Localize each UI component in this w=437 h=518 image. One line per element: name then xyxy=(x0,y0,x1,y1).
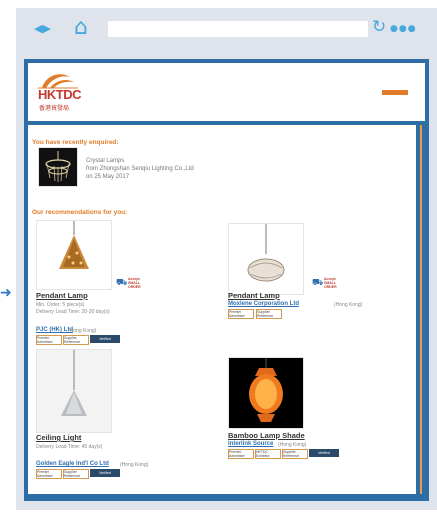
premier-advertiser-badge: Premier Advertiser xyxy=(228,309,254,319)
ceiling-light-icon xyxy=(37,350,111,432)
reload-icon[interactable]: ↻ xyxy=(372,19,386,36)
product-image-bamboo-lamp-shade[interactable] xyxy=(228,357,304,429)
cart-icon: ⛟ xyxy=(116,278,128,288)
enquiry-product[interactable]: Crystal Lamps xyxy=(86,157,194,165)
enquiry-details: Crystal Lamps from Zhongshan Senqiu Ligh… xyxy=(86,157,194,181)
logo-sail-icon xyxy=(38,74,78,89)
page-content: You have recently enquired: Crystal Lamp… xyxy=(28,125,416,494)
chandelier-icon xyxy=(45,151,71,182)
supplier-link[interactable]: Moxlene Corporation Ltd xyxy=(228,301,299,307)
product-image-pendant-lamp[interactable] xyxy=(36,220,112,290)
product-image-pendant-lamp-2[interactable] xyxy=(228,223,304,295)
forward-icon[interactable]: ▶ xyxy=(42,22,50,35)
logo-subtext: 香港貿發局 xyxy=(39,106,70,112)
supplier-reference-badge: Supplier Reference xyxy=(256,309,282,319)
hktdc-logo[interactable]: HKTDC 香港貿發局 xyxy=(36,69,82,117)
site-header: HKTDC 香港貿發局 xyxy=(28,63,425,121)
verified-badge: Verified xyxy=(90,335,120,343)
product-lead-time: Delivery Lead Time: 45 day(s) xyxy=(36,444,103,450)
hktdc-exhibitor-badge: HKTDC Exhibitor xyxy=(255,449,281,459)
logo-text: HKTDC xyxy=(38,87,82,102)
supplier-region: (Hong Kong) xyxy=(68,328,97,334)
recommendations-heading: Our recommendations for you: xyxy=(32,209,128,216)
enquiry-heading: You have recently enquired: xyxy=(32,139,119,146)
more-icon[interactable]: ●●● xyxy=(390,25,417,34)
crystal-lamp-image[interactable] xyxy=(38,147,78,187)
address-bar[interactable] xyxy=(108,21,368,37)
supplier-region: (Hong Kong) xyxy=(120,462,149,468)
premier-advertiser-badge: Premier Advertiser xyxy=(36,335,62,345)
bamboo-lamp-icon xyxy=(249,358,283,422)
supplier-region: (Hong Kong) xyxy=(278,442,307,448)
premier-advertiser-badge: Premier Advertiser xyxy=(36,469,62,479)
accept-small-order-badge: ⛟ Accept SMALL ORDER xyxy=(312,277,344,289)
product-title[interactable]: Pendant Lamp xyxy=(228,291,280,300)
cart-icon: ⛟ xyxy=(312,278,324,288)
verified-badge: Verified xyxy=(90,469,120,477)
supplier-link[interactable]: Golden Eagle Ind'l Co Ltd xyxy=(36,461,109,467)
product-image-ceiling-light[interactable] xyxy=(36,349,112,433)
supplier-reference-badge: Supplier Reference xyxy=(63,469,89,479)
product-title[interactable]: Ceiling Light xyxy=(36,433,81,442)
supplier-reference-badge: Supplier Reference xyxy=(282,449,308,459)
product-title[interactable]: Pendant Lamp xyxy=(36,291,88,300)
product-min-order: Min. Order: 5 piece(s) xyxy=(36,302,85,308)
page-window: HKTDC 香港貿發局 You have recently enquired: … xyxy=(24,59,429,501)
enquiry-supplier: from Zhongshan Senqiu Lighting Co.,Ltd xyxy=(86,166,194,172)
accept-small-order-badge: ⛟ Accept SMALL ORDER xyxy=(116,277,148,289)
verified-badge: Verified xyxy=(309,449,339,457)
hamburger-icon[interactable] xyxy=(382,90,408,95)
home-icon[interactable]: ⌂ xyxy=(74,17,88,39)
supplier-link[interactable]: Interlink Source xyxy=(228,441,273,447)
pointer-arrow-icon: ➜ xyxy=(0,285,12,301)
content-divider xyxy=(420,125,422,494)
pendant-lamp-icon xyxy=(247,224,285,282)
back-forward-icon[interactable]: ◀▶ xyxy=(34,23,51,34)
product-lead-time: Delivery Lead Time: 20-30 day(s) xyxy=(36,309,110,315)
accept-small-order-label: Accept SMALL ORDER xyxy=(324,277,337,289)
supplier-region: (Hong Kong) xyxy=(334,302,363,308)
product-title[interactable]: Bamboo Lamp Shade xyxy=(228,431,305,440)
premier-advertiser-badge: Premier Advertiser xyxy=(228,449,254,459)
enquiry-date: on 25 May 2017 xyxy=(86,174,130,180)
accept-small-order-label: Accept SMALL ORDER xyxy=(128,277,141,289)
pendant-lamp-icon xyxy=(59,221,89,269)
supplier-reference-badge: Supplier Reference xyxy=(63,335,89,345)
